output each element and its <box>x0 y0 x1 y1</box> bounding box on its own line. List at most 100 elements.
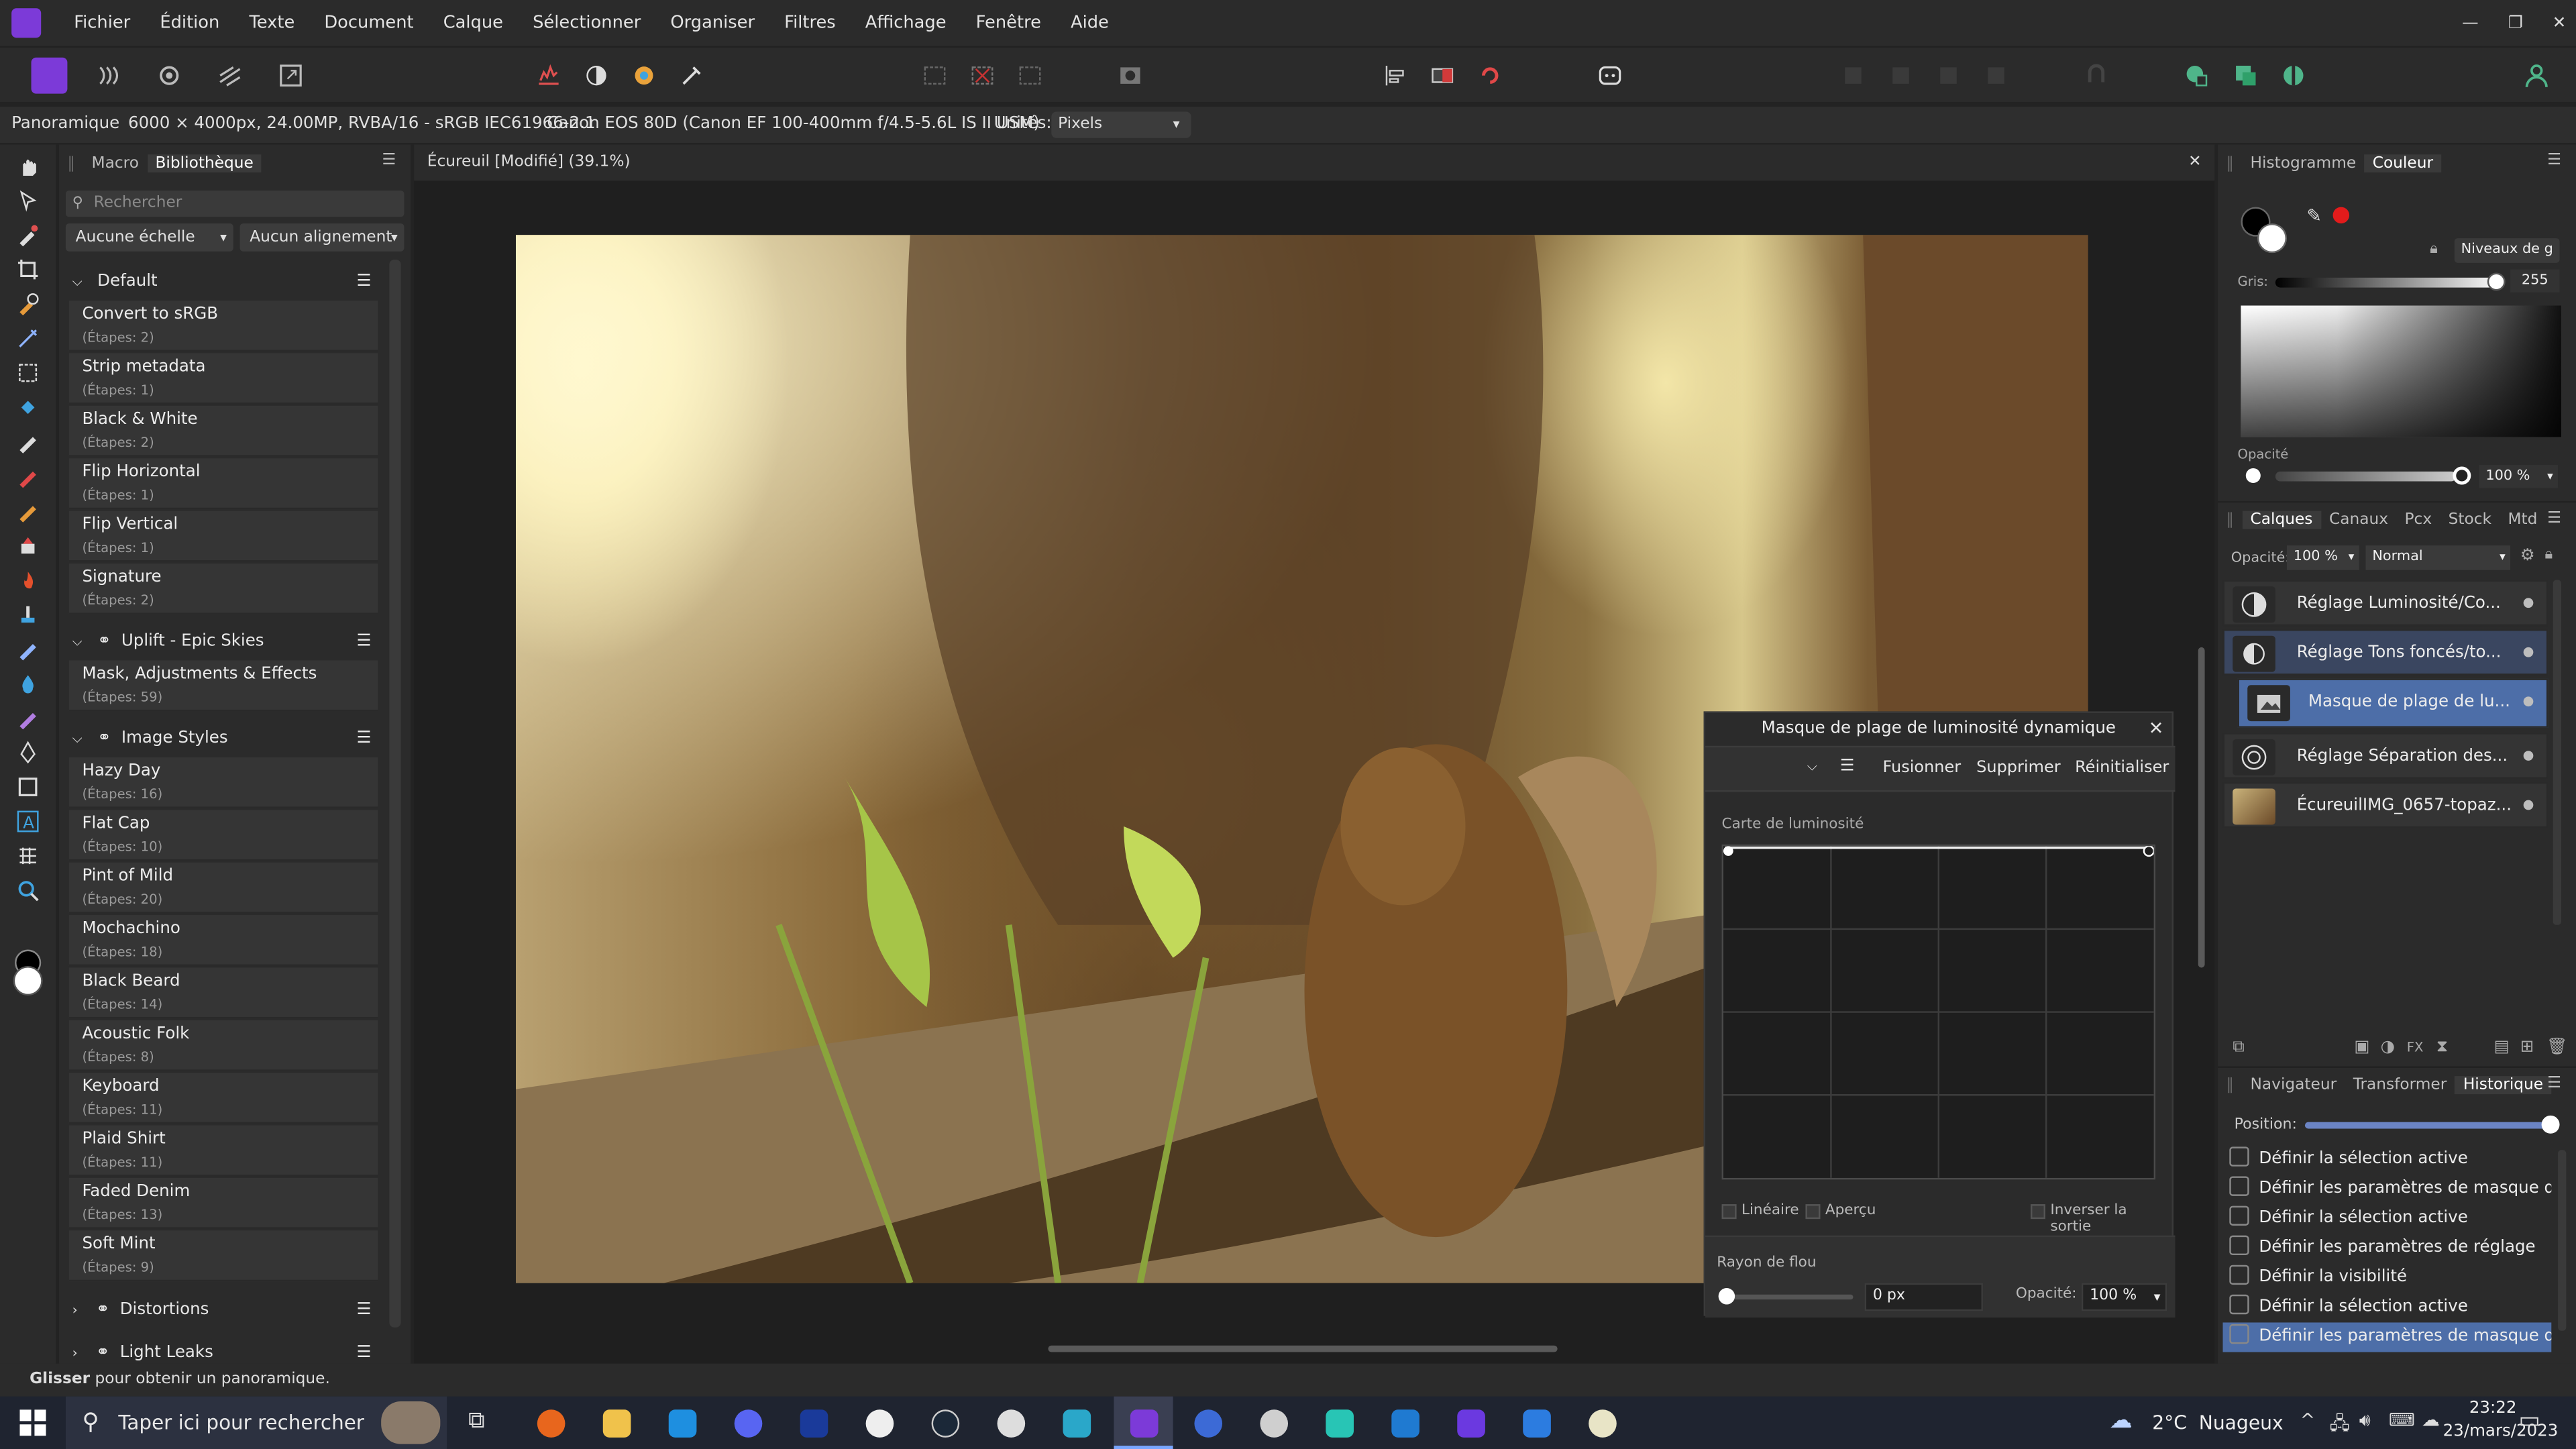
menu-edition[interactable]: Édition <box>145 13 234 33</box>
reset-button[interactable]: Réinitialiser <box>2075 759 2169 777</box>
preset-menu-icon[interactable]: ☰ <box>1840 757 1855 775</box>
color-opacity-input[interactable]: 100 % ▾ <box>2479 465 2559 488</box>
crop-tool-icon[interactable] <box>15 256 41 282</box>
volume-icon[interactable]: 🔊︎ <box>2359 1409 2371 1432</box>
selection-brush-tool-icon[interactable] <box>15 290 41 317</box>
merge-button[interactable]: Fusionner <box>1883 759 1962 777</box>
align-icon[interactable] <box>1377 58 1413 94</box>
macro-item[interactable]: Flip Vertical (Étapes: 1) <box>68 511 378 562</box>
color-picker-tool-icon[interactable] <box>15 222 41 248</box>
burn-tool-icon[interactable] <box>15 567 41 593</box>
macro-item[interactable]: Convert to sRGB (Étapes: 2) <box>68 301 378 352</box>
zoom-tool-icon[interactable] <box>15 877 41 904</box>
category-menu-icon[interactable]: ☰ <box>357 1295 372 1328</box>
delete-layer-icon[interactable]: 🗑︎ <box>2546 1038 2567 1056</box>
tab-historique[interactable]: Historique <box>2455 1076 2552 1095</box>
menu-selectionner[interactable]: Sélectionner <box>518 13 655 33</box>
macro-item[interactable]: Flat Cap (Étapes: 10) <box>68 810 378 861</box>
rotate-icon[interactable] <box>1472 58 1508 94</box>
dialog-opacity-select[interactable]: 100 % ▾ <box>2081 1283 2167 1311</box>
app-icon[interactable] <box>1326 1409 1354 1438</box>
vertical-scrollbar[interactable] <box>2198 187 2208 1337</box>
preset-chevron-down-icon[interactable]: ⌵ <box>1807 759 1817 775</box>
menu-aide[interactable]: Aide <box>1056 13 1124 33</box>
macro-item[interactable]: Mochachino (Étapes: 18) <box>68 915 378 967</box>
menu-document[interactable]: Document <box>309 13 428 33</box>
steam-icon[interactable] <box>931 1409 960 1438</box>
flood-select-tool-icon[interactable] <box>15 325 41 352</box>
erase-brush-tool-icon[interactable] <box>15 498 41 524</box>
selection-mode-new-icon[interactable] <box>917 58 953 94</box>
layer-visibility-dot[interactable] <box>2523 696 2534 707</box>
menu-affichage[interactable]: Affichage <box>851 13 961 33</box>
gray-slider-handle[interactable] <box>2487 272 2506 291</box>
histogram-adjust-icon[interactable] <box>531 58 567 94</box>
macro-item[interactable]: Acoustic Folk (Étapes: 8) <box>68 1020 378 1071</box>
mask-layer-icon[interactable]: ▣ <box>2354 1038 2369 1056</box>
selection-brush-intersect-icon[interactable] <box>2228 58 2264 94</box>
curve-node[interactable] <box>1723 846 1733 856</box>
tab-macro[interactable]: Macro <box>83 154 147 172</box>
category-menu-icon[interactable]: ☰ <box>357 723 372 756</box>
photo-persona-icon[interactable] <box>31 57 68 94</box>
layer-visibility-dot[interactable] <box>2523 647 2534 657</box>
live-filter-icon[interactable]: FX <box>2407 1039 2424 1054</box>
blur-radius-slider[interactable] <box>1721 1294 1854 1300</box>
tab-bibliotheque[interactable]: Bibliothèque <box>147 153 262 172</box>
macro-item[interactable]: Mask, Adjustments & Effects (Étapes: 59) <box>68 660 378 712</box>
close-document-icon[interactable]: ✕ <box>2188 145 2202 181</box>
history-scrollbar[interactable] <box>2558 1150 2567 1331</box>
color-spectrum[interactable] <box>2241 305 2561 437</box>
adjustment-layer-icon[interactable]: ◑ <box>2381 1038 2395 1056</box>
arrange-back-icon[interactable] <box>1835 58 1872 94</box>
clock-time[interactable]: 23:22 <box>2469 1400 2517 1418</box>
group-layers-icon[interactable]: ▤ <box>2494 1038 2510 1056</box>
notifications-icon[interactable]: ▭ <box>2518 1408 2540 1434</box>
app-icon[interactable] <box>1589 1409 1617 1438</box>
pen-tool-icon[interactable] <box>15 739 41 765</box>
quick-mask-icon[interactable] <box>1112 58 1148 94</box>
color-mode-select[interactable]: Niveaux de g <box>2454 238 2560 263</box>
history-position-handle[interactable] <box>2541 1115 2560 1134</box>
close-window-icon[interactable]: ✕ <box>2553 14 2567 32</box>
macro-item[interactable]: Strip metadata (Étapes: 1) <box>68 353 378 405</box>
text-tool-icon[interactable]: A <box>15 808 41 835</box>
minimize-icon[interactable]: — <box>2462 14 2478 32</box>
tab-transformer[interactable]: Transformer <box>2345 1076 2455 1094</box>
app-icon[interactable] <box>1523 1409 1551 1438</box>
curve-node[interactable] <box>2143 846 2154 857</box>
menu-calque[interactable]: Calque <box>429 13 518 33</box>
auto-colour-icon[interactable] <box>626 58 662 94</box>
layer-row[interactable]: Réglage Luminosité/Co... <box>2222 580 2548 627</box>
layer-visibility-dot[interactable] <box>2523 800 2534 810</box>
macro-item[interactable]: Signature (Étapes: 2) <box>68 564 378 614</box>
macro-item[interactable]: Faded Denim (Étapes: 13) <box>68 1177 378 1229</box>
history-position-slider[interactable] <box>2304 1122 2552 1129</box>
assistant-icon[interactable] <box>1592 58 1628 94</box>
units-select[interactable]: Pixels ▾ <box>1051 111 1191 138</box>
vertical-scroll-thumb[interactable] <box>2198 647 2205 968</box>
tab-calques[interactable]: Calques <box>2242 511 2321 529</box>
rectangle-tool-icon[interactable] <box>15 773 41 800</box>
secondary-color-swatch[interactable] <box>2257 223 2288 254</box>
linear-checkbox[interactable] <box>1721 1204 1737 1220</box>
library-search-input[interactable]: ⚲ Rechercher <box>65 191 405 217</box>
obs-icon[interactable] <box>997 1409 1026 1438</box>
c-app-icon[interactable] <box>1063 1409 1091 1438</box>
macro-item[interactable]: Keyboard (Étapes: 11) <box>68 1073 378 1124</box>
menu-organiser[interactable]: Organiser <box>655 13 769 33</box>
history-item[interactable]: Définir la sélection active <box>2222 1293 2551 1322</box>
color-picker-icon[interactable]: ✎ <box>2306 205 2322 227</box>
color-opacity-handle[interactable] <box>2453 466 2471 485</box>
arrange-forward-icon[interactable] <box>1931 58 1967 94</box>
onedrive-icon[interactable]: ☁ <box>2422 1409 2440 1431</box>
task-view-icon[interactable]: ⧉ <box>468 1408 484 1434</box>
dodge-tool-icon[interactable] <box>15 532 41 558</box>
gray-value-input[interactable]: 255 <box>2510 269 2560 292</box>
paint-brush-tool-icon[interactable] <box>15 429 41 455</box>
selection-brush-add-icon[interactable] <box>2178 58 2214 94</box>
healing-brush-tool-icon[interactable] <box>15 636 41 662</box>
history-item[interactable]: Définir la sélection active <box>2222 1145 2551 1175</box>
category-default[interactable]: ⌵ Default ☰ <box>66 266 378 299</box>
firefox-icon[interactable] <box>537 1409 566 1438</box>
